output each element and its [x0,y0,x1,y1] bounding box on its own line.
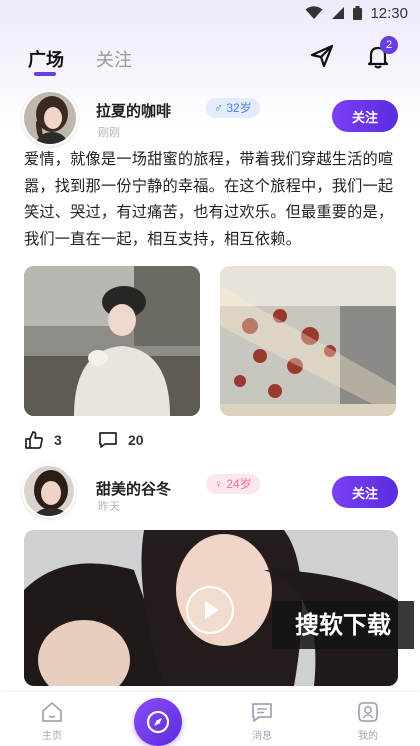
message-icon [252,703,272,722]
follow-button[interactable]: 关注 [332,100,398,132]
watermark: 搜软下载 [272,601,414,649]
nav-messages[interactable]: 消息 [232,700,292,742]
age-label: 24岁 [226,477,252,491]
post-time: 昨天 [98,500,120,513]
status-time: 12:30 [370,4,408,22]
top-bar: 广场 关注 2 [0,36,420,78]
battery-icon [353,6,363,20]
post-text: 爱情，就像是一场甜蜜的旅程，带着我们穿越生活的喧嚣，找到那一份宁静的幸福。在这个… [24,150,394,248]
avatar[interactable] [22,90,78,146]
tab-square[interactable]: 广场 [28,46,64,72]
profile-icon [358,702,378,722]
nav-home-label: 主页 [42,731,62,742]
like-count: 3 [54,432,62,448]
signal-icon [332,7,345,19]
comment-count: 20 [128,432,144,448]
nav-home[interactable]: 主页 [22,700,82,742]
home-icon [42,702,62,722]
bottom-nav: 主页 消息 我的 [0,692,420,746]
post-time: 刚刚 [98,126,120,139]
post-header: 甜美的谷冬 昨天 ♀ 24岁 关注 [0,464,420,524]
username[interactable]: 甜美的谷冬 [96,478,171,499]
post-photo[interactable] [220,266,396,416]
send-button[interactable] [308,42,336,70]
gender-age-badge: ♀ 24岁 [206,474,260,494]
status-bar: 12:30 [0,0,420,26]
nav-messages-label: 消息 [252,731,272,742]
age-label: 32岁 [226,101,252,115]
female-icon: ♀ [214,477,223,491]
post-actions: 3 20 [0,430,420,454]
nav-profile[interactable]: 我的 [338,700,398,742]
gender-age-badge: ♂ 32岁 [206,98,260,118]
paper-plane-icon [310,44,334,68]
nav-profile-label: 我的 [358,731,378,742]
wifi-icon [305,6,323,19]
nav-discover-button[interactable] [134,698,182,746]
follow-button[interactable]: 关注 [332,476,398,508]
active-tab-indicator [34,72,56,76]
tab-following[interactable]: 关注 [96,46,132,72]
male-icon: ♂ [214,101,223,115]
like-button[interactable]: 3 [24,430,62,450]
post-header: 拉夏的咖啡 刚刚 ♂ 32岁 关注 [0,90,420,150]
avatar[interactable] [22,464,76,518]
username[interactable]: 拉夏的咖啡 [96,100,171,121]
comment-icon [99,432,117,448]
compass-icon [146,710,170,734]
play-icon [205,601,219,619]
comment-button[interactable]: 20 [98,430,144,450]
play-button[interactable] [186,586,234,634]
post-photo[interactable] [24,266,200,416]
notification-badge: 2 [380,36,398,54]
thumbs-up-icon [25,431,43,449]
